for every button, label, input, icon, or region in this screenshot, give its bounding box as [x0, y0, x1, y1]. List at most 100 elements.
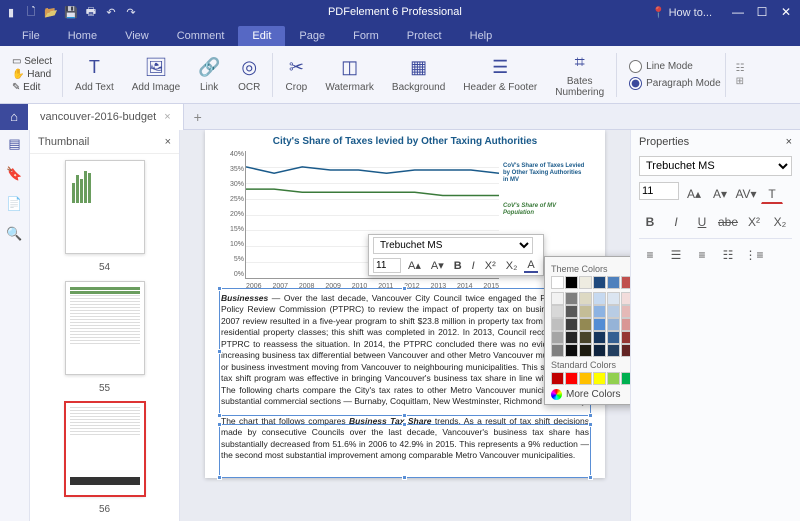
font-size-input[interactable] — [373, 258, 401, 273]
color-picker[interactable]: Theme Colors Standard Colors More Colors — [544, 256, 630, 405]
bookmarks-icon[interactable]: 🔖 — [6, 166, 22, 182]
color-swatch[interactable] — [621, 344, 630, 357]
italic-button[interactable]: I — [665, 212, 687, 232]
color-swatch[interactable] — [607, 331, 620, 344]
grow-font-icon[interactable]: A▴ — [683, 184, 705, 204]
subscript-button[interactable]: X₂ — [769, 212, 791, 232]
hand-tool[interactable]: ✋ Hand — [12, 69, 51, 80]
font-color-icon[interactable]: A — [524, 259, 537, 273]
color-swatch[interactable] — [607, 344, 620, 357]
color-swatch[interactable] — [593, 305, 606, 318]
superscript-icon[interactable]: X² — [482, 260, 499, 272]
body-paragraph[interactable]: The chart that follows compares Business… — [221, 416, 589, 462]
maximize-button[interactable]: ☐ — [752, 5, 772, 19]
color-swatch[interactable] — [607, 292, 620, 305]
undo-icon[interactable]: ↶ — [104, 5, 118, 19]
ocr-button[interactable]: ◎OCR — [230, 55, 268, 95]
more-colors-button[interactable]: More Colors — [551, 389, 630, 400]
color-swatch[interactable] — [621, 318, 630, 331]
watermark-button[interactable]: ◫Watermark — [317, 55, 382, 95]
color-swatch[interactable] — [621, 276, 630, 289]
color-swatch[interactable] — [551, 372, 564, 385]
color-swatch[interactable] — [579, 372, 592, 385]
align-center-button[interactable]: ☰ — [665, 245, 687, 265]
open-icon[interactable]: 📂 — [44, 5, 58, 19]
color-swatch[interactable] — [607, 276, 620, 289]
add-image-button[interactable]: 🖼Add Image — [124, 55, 188, 95]
thumbnail-page[interactable] — [65, 402, 145, 496]
color-swatch[interactable] — [565, 372, 578, 385]
document-area[interactable]: City's Share of Taxes levied by Other Ta… — [180, 130, 630, 521]
new-tab-button[interactable]: + — [184, 109, 212, 125]
tab-file[interactable]: File — [8, 26, 54, 46]
color-swatch[interactable] — [607, 305, 620, 318]
color-swatch[interactable] — [621, 372, 630, 385]
color-swatch[interactable] — [565, 305, 578, 318]
background-button[interactable]: ▦Background — [384, 55, 453, 95]
minimize-button[interactable]: — — [728, 5, 748, 19]
color-swatch[interactable] — [621, 292, 630, 305]
edit-tool[interactable]: ✎ Edit — [12, 82, 40, 93]
paragraph-mode-radio[interactable]: Paragraph Mode — [629, 77, 721, 90]
document-tab[interactable]: vancouver-2016-budget× — [28, 104, 184, 130]
search-icon[interactable]: 🔍 — [6, 226, 22, 242]
select-tool[interactable]: ▭ Select — [12, 56, 52, 67]
add-text-button[interactable]: TAdd Text — [67, 55, 122, 95]
color-swatch[interactable] — [579, 331, 592, 344]
char-scale-icon[interactable]: AV▾ — [735, 184, 757, 204]
color-swatch[interactable] — [565, 318, 578, 331]
tab-home[interactable]: Home — [54, 26, 111, 46]
line-mode-radio[interactable]: Line Mode — [629, 60, 721, 73]
color-swatch[interactable] — [593, 276, 606, 289]
color-swatch[interactable] — [565, 276, 578, 289]
tab-form[interactable]: Form — [339, 26, 393, 46]
underline-button[interactable]: U — [691, 212, 713, 232]
crop-button[interactable]: ✂Crop — [277, 55, 315, 95]
color-swatch[interactable] — [579, 292, 592, 305]
color-swatch[interactable] — [607, 318, 620, 331]
color-swatch[interactable] — [593, 331, 606, 344]
color-swatch[interactable] — [579, 318, 592, 331]
font-color-icon[interactable]: T — [761, 184, 783, 204]
color-swatch[interactable] — [565, 344, 578, 357]
thumbnail-close-icon[interactable]: × — [165, 136, 171, 148]
color-swatch[interactable] — [593, 344, 606, 357]
print-icon[interactable]: 🖶 — [84, 5, 98, 19]
tab-comment[interactable]: Comment — [163, 26, 239, 46]
subscript-icon[interactable]: X₂ — [503, 260, 521, 272]
attachments-icon[interactable]: 📄 — [6, 196, 22, 212]
redo-icon[interactable]: ↷ — [124, 5, 138, 19]
color-swatch[interactable] — [593, 318, 606, 331]
save-icon[interactable]: 💾 — [64, 5, 78, 19]
align-justify-button[interactable]: ☷ — [717, 245, 739, 265]
distribute-icon[interactable]: ⊞ — [736, 76, 744, 87]
tab-close-icon[interactable]: × — [164, 111, 170, 123]
italic-icon[interactable]: I — [469, 260, 478, 272]
color-swatch[interactable] — [579, 305, 592, 318]
tab-protect[interactable]: Protect — [393, 26, 456, 46]
superscript-button[interactable]: X² — [743, 212, 765, 232]
tab-page[interactable]: Page — [285, 26, 339, 46]
font-select[interactable]: Trebuchet MS — [373, 237, 533, 254]
bates-button[interactable]: ⌗Bates Numbering — [547, 49, 612, 100]
strikethrough-button[interactable]: abe — [717, 212, 739, 232]
color-swatch[interactable] — [621, 305, 630, 318]
color-swatch[interactable] — [593, 292, 606, 305]
body-paragraph[interactable]: Businesses — Over the last decade, Vanco… — [221, 293, 589, 408]
bold-icon[interactable]: B — [451, 260, 465, 272]
shrink-font-icon[interactable]: A▾ — [428, 259, 447, 272]
align-left-button[interactable]: ≡ — [639, 245, 661, 265]
header-footer-button[interactable]: ☰Header & Footer — [455, 55, 545, 95]
tab-edit[interactable]: Edit — [238, 26, 285, 46]
shrink-font-icon[interactable]: A▾ — [709, 184, 731, 204]
font-size-input[interactable] — [639, 182, 679, 200]
howto-link[interactable]: 📍 How to... — [652, 6, 712, 19]
close-button[interactable]: ✕ — [776, 5, 796, 19]
align-icon[interactable]: ☷ — [736, 63, 745, 74]
color-swatch[interactable] — [551, 292, 564, 305]
grow-font-icon[interactable]: A▴ — [405, 259, 424, 272]
font-family-select[interactable]: Trebuchet MS — [639, 156, 792, 176]
color-swatch[interactable] — [621, 331, 630, 344]
floating-format-toolbar[interactable]: Trebuchet MS A▴ A▾ B I X² X₂ A — [368, 234, 544, 276]
color-swatch[interactable] — [565, 331, 578, 344]
